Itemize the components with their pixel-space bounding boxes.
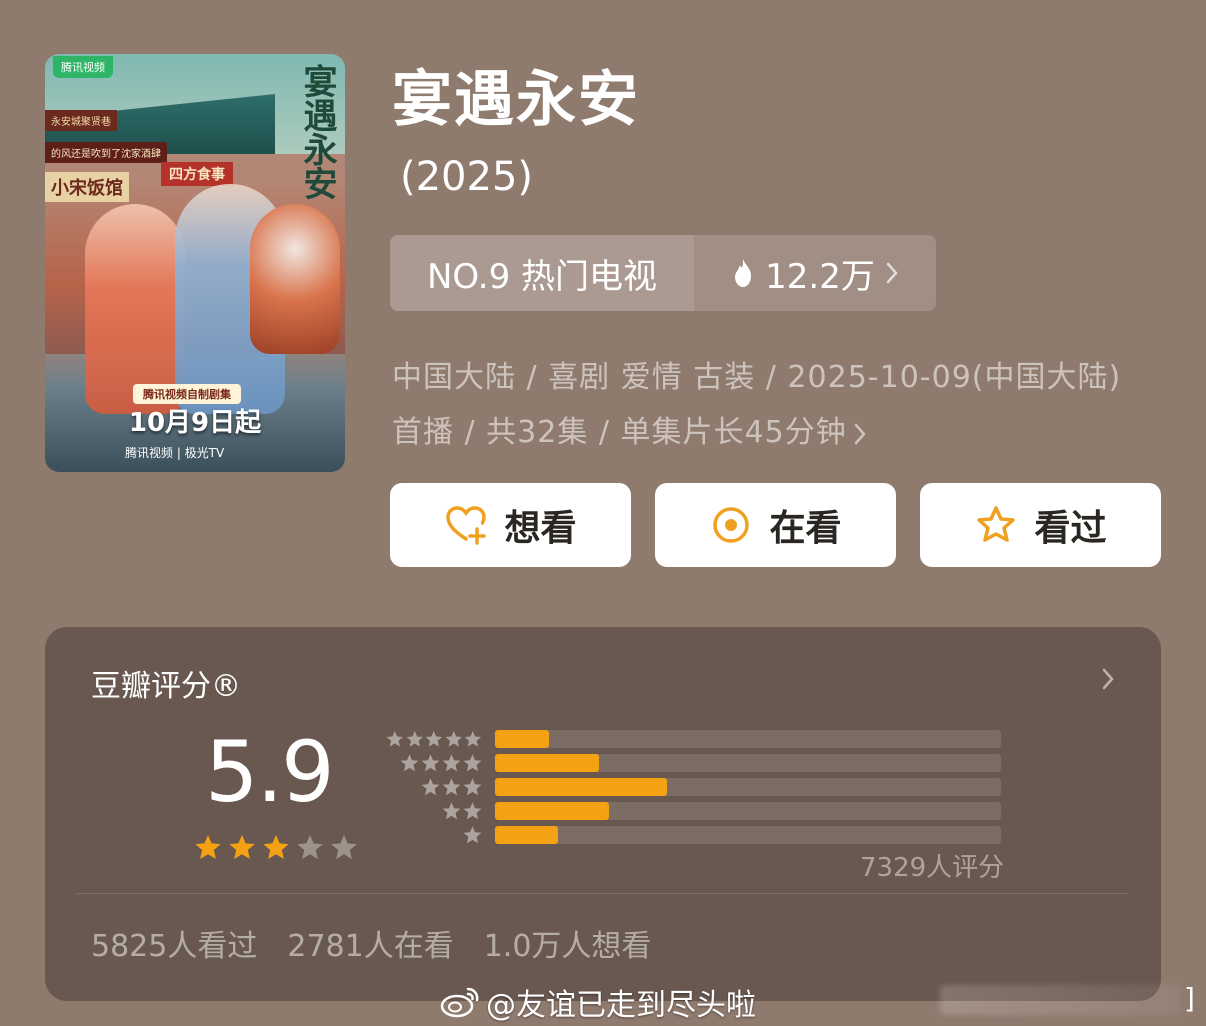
watched-count[interactable]: 5825人看过: [91, 921, 257, 965]
distribution-row: [385, 799, 1001, 823]
heat-count: 12.2万: [765, 256, 875, 297]
star-small-icon: [400, 753, 419, 771]
distribution-star-label: [385, 729, 495, 750]
rating-stars: [193, 833, 359, 863]
rank-label[interactable]: NO.9 热门电视: [390, 235, 694, 311]
star-small-icon: [406, 730, 423, 747]
distribution-row: [385, 775, 1001, 799]
poster-air-date: 10月9日起: [128, 408, 262, 438]
metadata-block[interactable]: 中国大陆 / 喜剧 爱情 古装 / 2025-10-09(中国大陆) 首播 / …: [392, 350, 1172, 460]
watching-button[interactable]: 在看: [655, 483, 896, 567]
poster-sign: 的风还是吹到了沈家酒肆: [45, 142, 167, 163]
distribution-bar-track: [495, 826, 1001, 844]
poster-sign: 永安城聚贤巷: [45, 110, 117, 131]
weibo-watermark: @友谊已走到尽头啦: [440, 980, 756, 1024]
star-small-icon: [463, 801, 482, 819]
rating-distribution: [385, 727, 1001, 847]
want-to-watch-button[interactable]: 想看: [390, 483, 631, 567]
rating-score: 5.9: [205, 723, 335, 821]
distribution-row: [385, 727, 1001, 751]
watermark-text: @友谊已走到尽头啦: [486, 988, 756, 1023]
poster-sign: 小宋饭馆: [45, 172, 129, 202]
poster-figure-female: [85, 204, 185, 414]
chevron-right-icon[interactable]: [853, 423, 867, 445]
audience-counts: 5825人看过 2781人在看 1.0万人想看: [91, 921, 651, 965]
star-small-icon: [421, 753, 440, 771]
heat-indicator[interactable]: 12.2万: [694, 235, 936, 311]
page-title: 宴遇永安: [392, 65, 640, 135]
rating-card[interactable]: 豆瓣评分® 5.9 7329人评分 5825人看过 2781人在看 1.0万人想…: [45, 627, 1161, 1001]
distribution-bar-track: [495, 730, 1001, 748]
metadata-line: 首播 / 共32集 / 单集片长45分钟: [392, 415, 847, 450]
release-year: (2025): [400, 154, 534, 200]
star-small-icon: [464, 730, 482, 747]
chevron-right-icon[interactable]: [1101, 667, 1115, 691]
distribution-bar: [495, 826, 558, 844]
distribution-star-label: [385, 777, 495, 798]
star-outline-icon: [977, 506, 1016, 542]
metadata-line: 中国大陆 / 喜剧 爱情 古装 / 2025-10-09(中国大陆): [392, 360, 1122, 395]
star-empty-icon: [331, 835, 357, 859]
distribution-bar: [495, 802, 609, 820]
star-small-icon: [442, 801, 461, 819]
distribution-star-label: [385, 801, 495, 822]
distribution-bar: [495, 754, 599, 772]
fire-icon: [735, 259, 752, 287]
distribution-row: [385, 823, 1001, 847]
star-small-icon: [445, 730, 462, 747]
star-filled-icon: [229, 835, 255, 859]
star-small-icon: [463, 777, 482, 795]
want-to-watch-label: 想看: [504, 508, 577, 549]
poster-cat-mascot: [250, 204, 340, 354]
star-small-icon: [425, 730, 443, 747]
star-empty-icon: [297, 835, 323, 859]
star-small-icon: [442, 777, 461, 795]
star-filled-icon: [195, 835, 221, 859]
rating-title: 豆瓣评分®: [91, 669, 241, 704]
star-small-icon: [421, 777, 440, 795]
weibo-icon: [440, 987, 479, 1018]
distribution-bar-track: [495, 778, 1001, 796]
distribution-row: [385, 751, 1001, 775]
poster-platforms: 腾讯视频 | 极光TV: [125, 446, 225, 460]
ranking-pill[interactable]: NO.9 热门电视 12.2万: [390, 235, 936, 311]
rater-count: 7329人评分: [860, 853, 1005, 883]
action-buttons: 想看 在看 看过: [390, 483, 1161, 567]
star-small-icon: [386, 730, 404, 747]
watched-button[interactable]: 看过: [920, 483, 1161, 567]
heart-plus-icon: [446, 506, 487, 545]
distribution-bar-track: [495, 802, 1001, 820]
distribution-star-label: [385, 753, 495, 774]
poster-image[interactable]: 腾讯视频 宴遇永安 永安城聚贤巷 的风还是吹到了沈家酒肆 小宋饭馆 四方食事 腾…: [45, 54, 345, 472]
distribution-bar: [495, 778, 667, 796]
watching-label: 在看: [769, 508, 842, 549]
watched-label: 看过: [1034, 508, 1107, 549]
metadata-line-2: 首播 / 共32集 / 单集片长45分钟: [392, 405, 1172, 460]
distribution-bar-track: [495, 754, 1001, 772]
distribution-star-label: [385, 825, 495, 846]
want-count[interactable]: 1.0万人想看: [484, 921, 652, 965]
poster-calligraphy-title: 宴遇永安: [297, 64, 337, 200]
watching-count[interactable]: 2781人在看: [287, 921, 453, 965]
blurred-overlay: [940, 985, 1180, 1015]
star-filled-icon: [263, 835, 289, 859]
edge-bracket: ]: [1184, 982, 1195, 1015]
star-small-icon: [463, 753, 482, 771]
poster-platform-tag: 腾讯视频: [53, 56, 113, 78]
star-small-icon: [463, 825, 482, 843]
divider: [77, 893, 1129, 894]
poster-sign: 四方食事: [161, 162, 233, 186]
poster-self-made-label: 腾讯视频自制剧集: [133, 384, 241, 404]
target-icon: [713, 507, 750, 543]
chevron-right-icon: [886, 262, 898, 284]
distribution-bar: [495, 730, 549, 748]
star-small-icon: [442, 753, 461, 771]
